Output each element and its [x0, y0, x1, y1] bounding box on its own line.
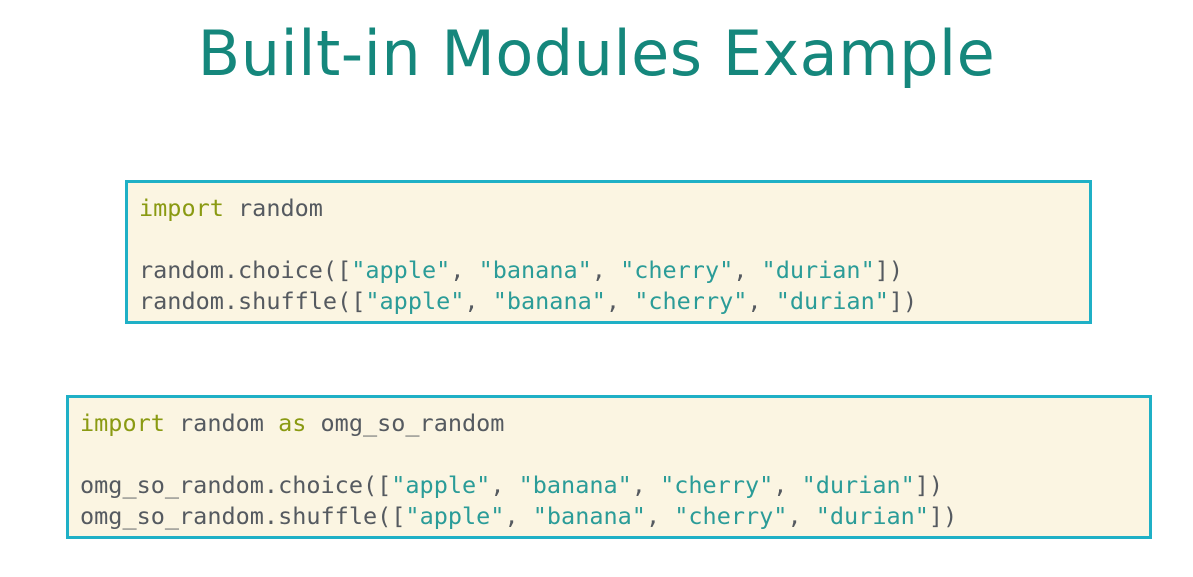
- code-text: ]): [874, 256, 904, 284]
- code-string: "cherry": [620, 256, 734, 284]
- code-string: "cherry": [660, 471, 774, 499]
- code-line: omg_so_random.shuffle(["apple", "banana"…: [80, 501, 1149, 532]
- code-text: ]): [928, 502, 958, 530]
- slide: Built-in Modules Example import random ra…: [0, 0, 1193, 577]
- code-line: import random: [139, 193, 1089, 224]
- code-string: "durian": [801, 471, 915, 499]
- code-text: random: [164, 409, 279, 437]
- code-text: ,: [747, 287, 776, 315]
- code-line: random.choice(["apple", "banana", "cherr…: [139, 255, 1089, 286]
- code-string: "apple": [365, 287, 465, 315]
- code-text: ]): [914, 471, 944, 499]
- code-text: ,: [645, 502, 675, 530]
- code-text: ,: [490, 471, 519, 499]
- code-block-import-alias[interactable]: import random as omg_so_random omg_so_ran…: [66, 395, 1152, 539]
- code-block-import-random[interactable]: import random random.choice(["apple", "ba…: [125, 180, 1092, 324]
- code-string: "cherry": [674, 502, 788, 530]
- code-string: "apple": [391, 471, 491, 499]
- code-text: omg_so_random: [306, 409, 505, 437]
- code-string: "banana": [478, 256, 592, 284]
- code-string: "apple": [405, 502, 505, 530]
- code-text: ,: [464, 287, 493, 315]
- code-text: ,: [450, 256, 479, 284]
- code-text: ,: [733, 256, 762, 284]
- code-text: ]): [888, 287, 918, 315]
- code-text: omg_so_random.choice([: [80, 471, 392, 499]
- code-string: "apple": [351, 256, 451, 284]
- code-line: random.shuffle(["apple", "banana", "cher…: [139, 286, 1089, 317]
- code-keyword: import: [80, 409, 165, 437]
- code-text: ,: [504, 502, 533, 530]
- code-line: omg_so_random.choice(["apple", "banana",…: [80, 470, 1149, 501]
- slide-title: Built-in Modules Example: [197, 17, 996, 90]
- code-text: random.shuffle([: [139, 287, 366, 315]
- code-text: ,: [787, 502, 816, 530]
- code-string: "cherry": [634, 287, 748, 315]
- code-text: ,: [605, 287, 635, 315]
- code-string: "banana": [532, 502, 646, 530]
- code-text: ,: [591, 256, 621, 284]
- code-keyword: import: [139, 194, 224, 222]
- code-keyword: as: [278, 409, 307, 437]
- code-string: "durian": [815, 502, 929, 530]
- code-text: ,: [631, 471, 661, 499]
- code-text: omg_so_random.shuffle([: [80, 502, 406, 530]
- code-string: "banana": [518, 471, 632, 499]
- code-text: ,: [773, 471, 802, 499]
- code-string: "durian": [775, 287, 889, 315]
- code-text: random: [223, 194, 323, 222]
- code-text: random.choice([: [139, 256, 352, 284]
- code-string: "durian": [761, 256, 875, 284]
- code-line: import random as omg_so_random: [80, 408, 1149, 439]
- code-string: "banana": [492, 287, 606, 315]
